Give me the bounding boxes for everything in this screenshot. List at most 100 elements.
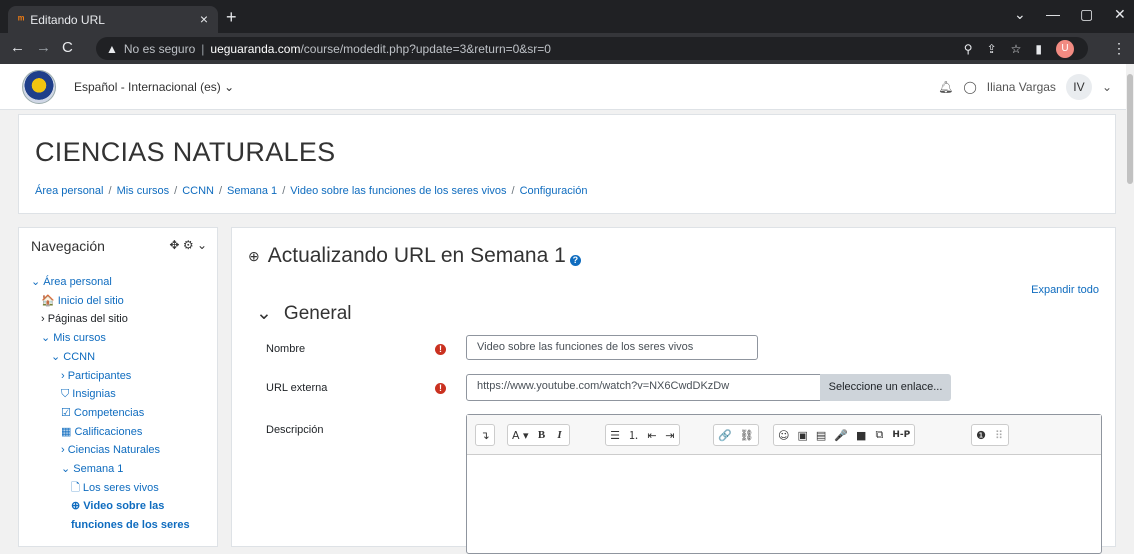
page-title: CIENCIAS NATURALES (35, 137, 336, 167)
accessibility-checker-button[interactable]: ❶ (972, 425, 990, 445)
section-general-toggle[interactable]: ⌄ General (256, 302, 352, 325)
nav-item-area-personal[interactable]: ⌄ Área personal (31, 273, 190, 292)
browser-tab[interactable]: ᵐ Editando URL × (8, 6, 218, 33)
external-url-field[interactable]: https://www.youtube.com/watch?v=NX6CwdDK… (466, 374, 821, 401)
expand-all-link[interactable]: Expandir todo (1031, 284, 1099, 296)
editor-toolbar: ↴ A ▾ B I ☰ ⒈ ⇤ ⇥ 🔗 ⛓ ☺ ▣ ▤ 🎤 ■ ⧉ H-P ❶ … (467, 415, 1101, 455)
description-editor[interactable]: ↴ A ▾ B I ☰ ⒈ ⇤ ⇥ 🔗 ⛓ ☺ ▣ ▤ 🎤 ■ ⧉ H-P ❶ … (466, 414, 1102, 554)
omnibox-icons: ⚲ ⇪ ☆ ▮ U (964, 37, 1074, 60)
section-general-label: General (283, 302, 352, 324)
record-audio-button[interactable]: 🎤 (830, 425, 852, 445)
italic-button[interactable]: I (551, 425, 569, 445)
ordered-list-button[interactable]: ⒈ (624, 425, 643, 445)
description-label: Descripción (266, 424, 324, 436)
select-link-button[interactable]: Seleccione un enlace... (820, 374, 951, 401)
tab-search-icon[interactable]: ⌄ (1014, 6, 1026, 23)
collapse-toolbar-button[interactable]: ↴ (476, 425, 494, 445)
nav-item-video-current[interactable]: ⊕ Video sobre las (31, 497, 190, 516)
toolbar-group-collapse: ↴ (475, 424, 495, 446)
chevron-down-icon: ⌄ (256, 303, 272, 324)
outdent-button[interactable]: ⇤ (643, 425, 661, 445)
breadcrumb-separator: / (282, 185, 286, 197)
insert-image-button[interactable]: ▣ (793, 425, 811, 445)
messages-icon[interactable]: ◯ (963, 80, 976, 94)
bookmark-star-icon[interactable]: ☆ (1011, 42, 1022, 56)
breadcrumb: Área personal / Mis cursos / CCNN / Sema… (35, 185, 587, 197)
breadcrumb-item-semana-1[interactable]: Semana 1 (227, 185, 277, 197)
tab-title: Editando URL (30, 12, 105, 27)
nav-item-semana-1[interactable]: ⌄ Semana 1 (31, 460, 190, 479)
nav-item-ccnn[interactable]: ⌄ CCNN (31, 348, 190, 367)
main-content: ⊕ Actualizando URL en Semana 1 ? Expandi… (231, 227, 1116, 554)
user-menu-caret-icon[interactable]: ⌄ (1102, 80, 1112, 94)
breadcrumb-separator: / (218, 185, 223, 197)
reload-icon[interactable]: C (62, 39, 73, 56)
nav-item-ciencias-naturales[interactable]: › Ciencias Naturales (31, 441, 190, 460)
back-icon[interactable]: ← (10, 39, 25, 56)
avatar[interactable]: IV (1065, 74, 1092, 100)
block-controls: ✥ ⚙ ⌄ (169, 238, 207, 252)
record-video-button[interactable]: ■ (852, 425, 870, 445)
globe-icon: ⊕ (248, 247, 260, 264)
share-icon[interactable]: ⇪ (987, 42, 997, 56)
manage-files-button[interactable]: ⧉ (870, 425, 888, 445)
unlink-button[interactable]: ⛓ (736, 425, 758, 445)
nav-item-mis-cursos[interactable]: ⌄ Mis cursos (31, 329, 190, 348)
help-icon[interactable]: ? (569, 254, 581, 266)
url-input[interactable]: ▲ No es seguro | ueguaranda.com /course/… (96, 37, 1088, 60)
screenreader-helper-button[interactable]: ⠿ (990, 425, 1008, 445)
breadcrumb-item-configuracion[interactable]: Configuración (520, 185, 588, 197)
indent-button[interactable]: ⇥ (661, 425, 679, 445)
unordered-list-button[interactable]: ☰ (606, 425, 624, 445)
nav-item-inicio[interactable]: 🏠 Inicio del sitio (31, 292, 190, 311)
nav-item-paginas[interactable]: › Páginas del sitio (31, 310, 190, 329)
nav-item-participantes[interactable]: › Participantes (31, 367, 190, 386)
form-heading: ⊕ Actualizando URL en Semana 1 ? (248, 244, 581, 268)
minimize-button[interactable]: — (1046, 6, 1060, 22)
toolbar-group-lists: ☰ ⒈ ⇤ ⇥ (605, 424, 680, 446)
security-label[interactable]: No es seguro (124, 42, 195, 56)
url-domain: ueguaranda.com (210, 41, 301, 56)
gear-icon[interactable]: ⚙ (183, 238, 194, 252)
emoticon-button[interactable]: ☺ (774, 425, 793, 445)
zoom-icon[interactable]: ⚲ (964, 42, 973, 56)
language-menu[interactable]: Español - Internacional (es) ⌄ (74, 80, 234, 94)
side-panel-icon[interactable]: ▮ (1035, 42, 1042, 56)
toolbar-group-format: A ▾ B I (507, 424, 570, 446)
insert-media-button[interactable]: ▤ (812, 425, 830, 445)
breadcrumb-item-ccnn[interactable]: CCNN (182, 185, 214, 197)
site-logo[interactable] (22, 70, 56, 104)
page-scrollbar-thumb[interactable] (1127, 74, 1133, 184)
browser-menu-icon[interactable]: ⋮ (1112, 40, 1126, 57)
chevron-down-icon[interactable]: ⌄ (197, 238, 207, 252)
url-label: URL externa (266, 382, 328, 394)
paragraph-style-button[interactable]: A ▾ (508, 425, 533, 445)
toolbar-group-extra: ❶ ⠿ (971, 424, 1009, 446)
moodle-icon: ᵐ (18, 13, 25, 26)
link-button[interactable]: 🔗 (714, 425, 736, 445)
nav-item-calificaciones[interactable]: ▦ Calificaciones (31, 423, 190, 442)
profile-avatar[interactable]: U (1056, 39, 1074, 58)
maximize-button[interactable]: ▢ (1080, 6, 1093, 23)
breadcrumb-item-video[interactable]: Video sobre las funciones de los seres v… (290, 185, 506, 197)
nav-item-video-current-cont[interactable]: funciones de los seres (31, 516, 190, 535)
name-label: Nombre (266, 343, 306, 355)
new-tab-button[interactable]: + (226, 7, 237, 28)
close-window-button[interactable]: ✕ (1114, 6, 1126, 23)
breadcrumb-item-area-personal[interactable]: Área personal (35, 185, 104, 197)
navigation-tree: ⌄ Área personal 🏠 Inicio del sitio › Pág… (31, 273, 190, 535)
notifications-bell-icon[interactable]: 🔔︎ (938, 80, 953, 94)
name-field[interactable]: Video sobre las funciones de los seres v… (466, 335, 758, 360)
nav-item-los-seres-vivos[interactable]: 🗋 Los seres vivos (31, 479, 190, 498)
warning-icon: ▲ (106, 41, 118, 56)
close-tab-icon[interactable]: × (200, 11, 208, 27)
h5p-button[interactable]: H-P (888, 425, 914, 445)
user-name[interactable]: Iliana Vargas (987, 80, 1056, 94)
bold-button[interactable]: B (533, 425, 551, 445)
nav-item-insignias[interactable]: ⛉ Insignias (31, 385, 190, 404)
move-icon[interactable]: ✥ (169, 238, 179, 252)
breadcrumb-item-mis-cursos[interactable]: Mis cursos (117, 185, 170, 197)
forward-icon[interactable]: → (36, 39, 51, 56)
nav-item-competencias[interactable]: ☑ Competencias (31, 404, 190, 423)
course-header: CIENCIAS NATURALES Área personal / Mis c… (18, 114, 1116, 214)
